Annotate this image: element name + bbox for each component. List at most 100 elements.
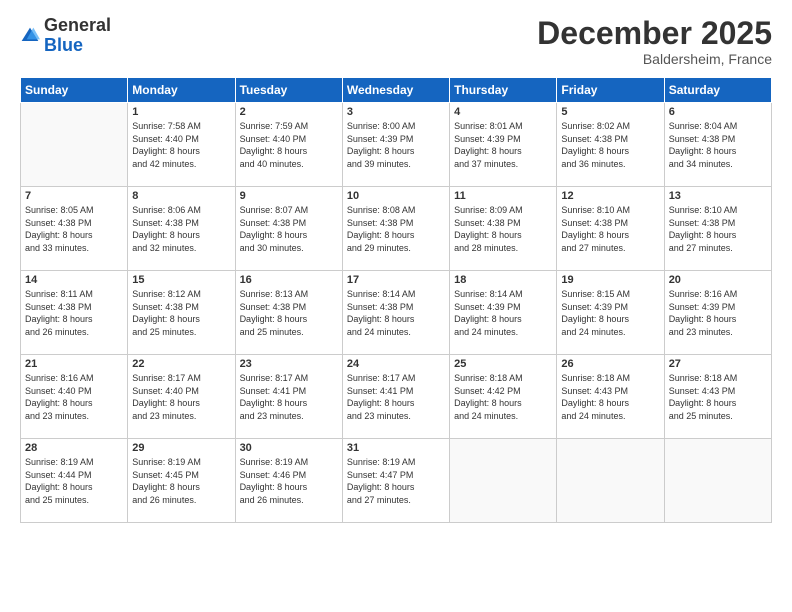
sunrise-line: Sunrise: 8:10 AM bbox=[669, 204, 767, 217]
calendar-week-row: 7 Sunrise: 8:05 AMSunset: 4:38 PMDaylight… bbox=[21, 187, 772, 271]
daylight-line1: Daylight: 8 hours bbox=[669, 397, 767, 410]
calendar-week-row: 21Sunrise: 8:16 AMSunset: 4:40 PMDayligh… bbox=[21, 355, 772, 439]
sunrise-line: Sunrise: 8:14 AM bbox=[347, 288, 445, 301]
daylight-line1: Daylight: 8 hours bbox=[347, 481, 445, 494]
daylight-line2: and 26 minutes. bbox=[240, 494, 338, 507]
daylight-line2: and 37 minutes. bbox=[454, 158, 552, 171]
daylight-line2: and 23 minutes. bbox=[347, 410, 445, 423]
day-info: Sunrise: 8:00 AMSunset: 4:39 PMDaylight:… bbox=[347, 120, 445, 170]
col-tuesday: Tuesday bbox=[235, 78, 342, 103]
sunset-line: Sunset: 4:38 PM bbox=[240, 301, 338, 314]
daylight-line2: and 23 minutes. bbox=[669, 326, 767, 339]
col-thursday: Thursday bbox=[450, 78, 557, 103]
calendar-week-row: 1 Sunrise: 7:58 AMSunset: 4:40 PMDaylight… bbox=[21, 103, 772, 187]
day-info: Sunrise: 8:12 AMSunset: 4:38 PMDaylight:… bbox=[132, 288, 230, 338]
table-row: 2Sunrise: 7:59 AMSunset: 4:40 PMDaylight… bbox=[235, 103, 342, 187]
day-info: Sunrise: 7:59 AMSunset: 4:40 PMDaylight:… bbox=[240, 120, 338, 170]
sunset-line: Sunset: 4:39 PM bbox=[454, 301, 552, 314]
day-info: Sunrise: 8:04 AMSunset: 4:38 PMDaylight:… bbox=[669, 120, 767, 170]
table-row: 18 Sunrise: 8:14 AMSunset: 4:39 PMDayligh… bbox=[450, 271, 557, 355]
calendar-week-row: 14 Sunrise: 8:11 AMSunset: 4:38 PMDayligh… bbox=[21, 271, 772, 355]
day-info: Sunrise: 8:14 AMSunset: 4:38 PMDaylight:… bbox=[347, 288, 445, 338]
table-row: 8Sunrise: 8:06 AMSunset: 4:38 PMDaylight… bbox=[128, 187, 235, 271]
table-row: 4Sunrise: 8:01 AMSunset: 4:39 PMDaylight… bbox=[450, 103, 557, 187]
sunset-line: Sunset: 4:43 PM bbox=[561, 385, 659, 398]
table-row: 30Sunrise: 8:19 AMSunset: 4:46 PMDayligh… bbox=[235, 439, 342, 523]
day-number: 1 bbox=[132, 106, 230, 118]
logo-general: General bbox=[44, 16, 111, 36]
daylight-line2: and 24 minutes. bbox=[454, 410, 552, 423]
daylight-line1: Daylight: 8 hours bbox=[240, 397, 338, 410]
sunrise-line: Sunrise: 8:01 AM bbox=[454, 120, 552, 133]
day-info: Sunrise: 8:07 AMSunset: 4:38 PMDaylight:… bbox=[240, 204, 338, 254]
table-row: 6 Sunrise: 8:04 AMSunset: 4:38 PMDaylight… bbox=[664, 103, 771, 187]
table-row: 9 Sunrise: 8:07 AMSunset: 4:38 PMDaylight… bbox=[235, 187, 342, 271]
day-info: Sunrise: 8:17 AMSunset: 4:40 PMDaylight:… bbox=[132, 372, 230, 422]
sunset-line: Sunset: 4:47 PM bbox=[347, 469, 445, 482]
sunrise-line: Sunrise: 8:17 AM bbox=[240, 372, 338, 385]
sunrise-line: Sunrise: 8:07 AM bbox=[240, 204, 338, 217]
day-info: Sunrise: 8:11 AMSunset: 4:38 PMDaylight:… bbox=[25, 288, 123, 338]
day-number: 29 bbox=[132, 442, 230, 454]
day-info: Sunrise: 8:09 AMSunset: 4:38 PMDaylight:… bbox=[454, 204, 552, 254]
day-number: 13 bbox=[669, 190, 767, 202]
day-number: 18 bbox=[454, 274, 552, 286]
daylight-line1: Daylight: 8 hours bbox=[240, 313, 338, 326]
table-row: 17 Sunrise: 8:14 AMSunset: 4:38 PMDayligh… bbox=[342, 271, 449, 355]
table-row: 29Sunrise: 8:19 AMSunset: 4:45 PMDayligh… bbox=[128, 439, 235, 523]
table-row: 22Sunrise: 8:17 AMSunset: 4:40 PMDayligh… bbox=[128, 355, 235, 439]
table-row: 11Sunrise: 8:09 AMSunset: 4:38 PMDayligh… bbox=[450, 187, 557, 271]
daylight-line1: Daylight: 8 hours bbox=[240, 481, 338, 494]
sunset-line: Sunset: 4:38 PM bbox=[669, 133, 767, 146]
daylight-line1: Daylight: 8 hours bbox=[561, 397, 659, 410]
day-info: Sunrise: 8:15 AMSunset: 4:39 PMDaylight:… bbox=[561, 288, 659, 338]
sunset-line: Sunset: 4:40 PM bbox=[25, 385, 123, 398]
day-info: Sunrise: 8:10 AMSunset: 4:38 PMDaylight:… bbox=[561, 204, 659, 254]
daylight-line1: Daylight: 8 hours bbox=[454, 229, 552, 242]
sunrise-line: Sunrise: 8:09 AM bbox=[454, 204, 552, 217]
sunset-line: Sunset: 4:39 PM bbox=[347, 133, 445, 146]
table-row bbox=[557, 439, 664, 523]
daylight-line2: and 29 minutes. bbox=[347, 242, 445, 255]
day-number: 17 bbox=[347, 274, 445, 286]
sunrise-line: Sunrise: 8:19 AM bbox=[25, 456, 123, 469]
sunset-line: Sunset: 4:40 PM bbox=[240, 133, 338, 146]
daylight-line1: Daylight: 8 hours bbox=[347, 313, 445, 326]
day-number: 25 bbox=[454, 358, 552, 370]
month-title: December 2025 bbox=[537, 16, 772, 51]
daylight-line2: and 24 minutes. bbox=[561, 410, 659, 423]
day-number: 14 bbox=[25, 274, 123, 286]
sunset-line: Sunset: 4:45 PM bbox=[132, 469, 230, 482]
day-info: Sunrise: 8:05 AMSunset: 4:38 PMDaylight:… bbox=[25, 204, 123, 254]
daylight-line2: and 23 minutes. bbox=[240, 410, 338, 423]
day-number: 8 bbox=[132, 190, 230, 202]
sunset-line: Sunset: 4:39 PM bbox=[669, 301, 767, 314]
day-info: Sunrise: 7:58 AMSunset: 4:40 PMDaylight:… bbox=[132, 120, 230, 170]
day-number: 12 bbox=[561, 190, 659, 202]
table-row bbox=[21, 103, 128, 187]
day-number: 7 bbox=[25, 190, 123, 202]
table-row: 31Sunrise: 8:19 AMSunset: 4:47 PMDayligh… bbox=[342, 439, 449, 523]
day-info: Sunrise: 8:14 AMSunset: 4:39 PMDaylight:… bbox=[454, 288, 552, 338]
day-info: Sunrise: 8:02 AMSunset: 4:38 PMDaylight:… bbox=[561, 120, 659, 170]
daylight-line2: and 36 minutes. bbox=[561, 158, 659, 171]
daylight-line1: Daylight: 8 hours bbox=[132, 229, 230, 242]
day-number: 20 bbox=[669, 274, 767, 286]
col-sunday: Sunday bbox=[21, 78, 128, 103]
day-number: 3 bbox=[347, 106, 445, 118]
calendar-table: Sunday Monday Tuesday Wednesday Thursday… bbox=[20, 77, 772, 523]
table-row: 3 Sunrise: 8:00 AMSunset: 4:39 PMDaylight… bbox=[342, 103, 449, 187]
table-row: 15Sunrise: 8:12 AMSunset: 4:38 PMDayligh… bbox=[128, 271, 235, 355]
day-number: 31 bbox=[347, 442, 445, 454]
day-info: Sunrise: 8:18 AMSunset: 4:43 PMDaylight:… bbox=[669, 372, 767, 422]
day-number: 9 bbox=[240, 190, 338, 202]
table-row: 10Sunrise: 8:08 AMSunset: 4:38 PMDayligh… bbox=[342, 187, 449, 271]
day-info: Sunrise: 8:16 AMSunset: 4:40 PMDaylight:… bbox=[25, 372, 123, 422]
daylight-line1: Daylight: 8 hours bbox=[132, 397, 230, 410]
sunrise-line: Sunrise: 8:00 AM bbox=[347, 120, 445, 133]
day-number: 6 bbox=[669, 106, 767, 118]
calendar-header-row: Sunday Monday Tuesday Wednesday Thursday… bbox=[21, 78, 772, 103]
sunrise-line: Sunrise: 8:18 AM bbox=[669, 372, 767, 385]
daylight-line2: and 27 minutes. bbox=[561, 242, 659, 255]
logo-blue: Blue bbox=[44, 36, 111, 56]
